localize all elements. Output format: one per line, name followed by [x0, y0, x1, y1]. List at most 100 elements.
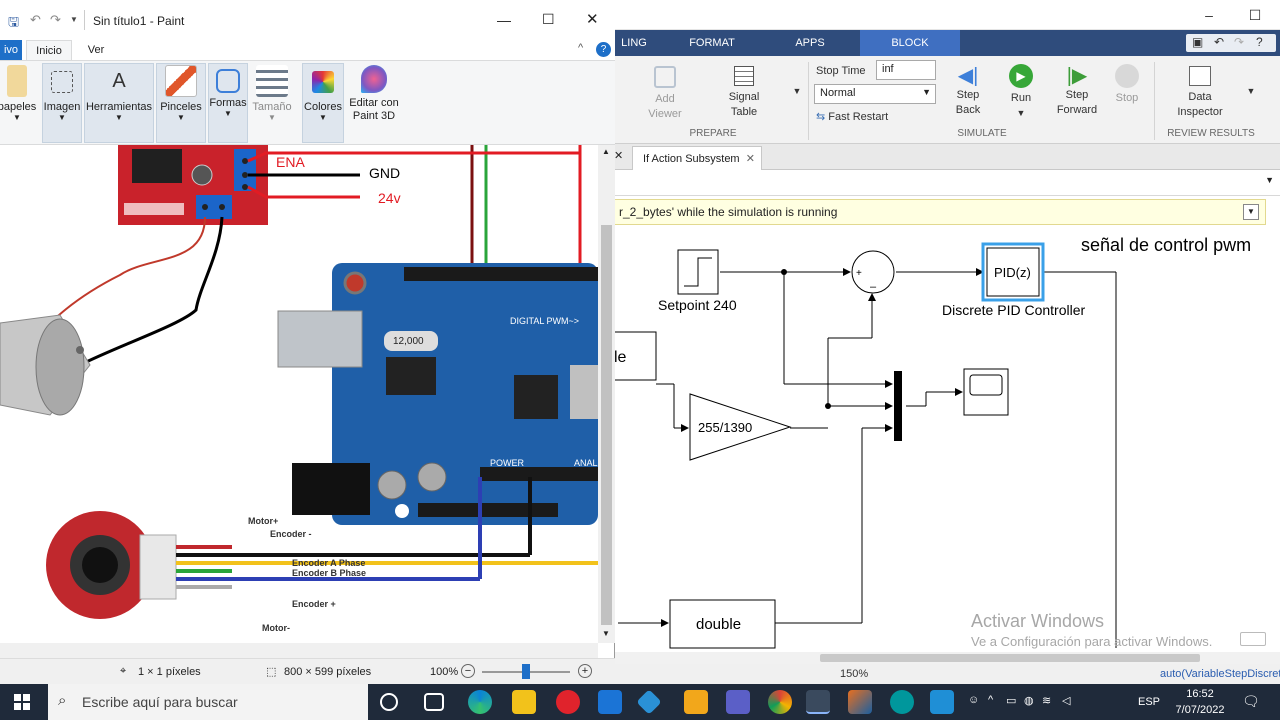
wifi-icon[interactable]: ≋ — [1042, 694, 1051, 707]
chevron-down-icon[interactable]: ▼ — [1243, 204, 1259, 220]
maximize-button[interactable]: ☐ — [542, 11, 555, 28]
show-hidden-icon[interactable]: ^ — [988, 694, 993, 706]
clock-time: 16:52 — [1186, 688, 1214, 700]
minimize-button[interactable]: – — [1186, 0, 1232, 30]
data-inspector-button[interactable]: Data Inspector — [1166, 66, 1234, 120]
chrome-icon[interactable] — [768, 690, 792, 714]
collapse-ribbon-icon[interactable]: ^ — [578, 42, 583, 54]
help-icon[interactable]: ? — [1256, 35, 1263, 49]
zoom-out-button[interactable]: − — [461, 664, 475, 678]
solver-info[interactable]: auto(VariableStepDiscrete — [1160, 668, 1280, 680]
edge-icon[interactable] — [468, 690, 492, 714]
matlab-icon[interactable] — [848, 690, 872, 714]
tab-home[interactable]: Inicio — [26, 40, 72, 60]
battery-icon[interactable]: ▭ — [1006, 694, 1016, 707]
windows-start-icon[interactable] — [14, 694, 30, 710]
stop-time-input[interactable]: inf — [876, 60, 936, 80]
review-dropdown[interactable]: ▼ — [1244, 84, 1258, 99]
people-icon[interactable]: ☺ — [968, 694, 979, 706]
notifications-icon[interactable]: 🗨 — [1242, 693, 1260, 710]
zoom-in-button[interactable]: + — [578, 664, 592, 678]
close-icon[interactable]: ✕ — [614, 149, 623, 162]
network-icon[interactable]: ◍ — [1024, 694, 1034, 707]
paint-window: 🖫 ↶ ↷ ▼ Sin título1 - Paint — ☐ ✕ ivo In… — [0, 0, 615, 684]
tab-block[interactable]: BLOCK — [860, 30, 960, 56]
tab-format[interactable]: FORMAT — [680, 30, 744, 56]
tools-group[interactable]: A Herramientas ▼ — [84, 65, 154, 122]
canvas-vertical-scrollbar[interactable]: ▲ ▼ — [598, 145, 615, 643]
signal-lines — [618, 268, 1117, 648]
close-icon[interactable]: ✕ — [746, 147, 755, 171]
opera-icon[interactable] — [556, 690, 580, 714]
mail-icon[interactable] — [598, 690, 622, 714]
step-back-button[interactable]: ◀| Step Back — [946, 64, 990, 118]
redo-icon[interactable]: ↷ — [1234, 35, 1244, 49]
folder-icon[interactable] — [684, 690, 708, 714]
tab-file[interactable]: ivo — [0, 40, 22, 60]
scroll-up-icon[interactable]: ▲ — [602, 147, 610, 156]
canvas-horizontal-scrollbar[interactable] — [600, 652, 1280, 664]
paint-canvas[interactable]: ENA GND 24v 12,000 DIGITAL PWM~> POWER A… — [0, 145, 598, 643]
stop-button[interactable]: Stop — [1110, 64, 1144, 106]
dev-tool-icon[interactable] — [636, 689, 662, 715]
help-icon[interactable]: ? — [596, 42, 611, 57]
minimap-icon[interactable] — [1240, 632, 1266, 646]
tab-apps[interactable]: APPS — [780, 30, 840, 56]
undo-icon[interactable]: ↶ — [1214, 35, 1224, 49]
language-indicator[interactable]: ESP — [1138, 696, 1160, 708]
paint-taskbar-icon[interactable] — [806, 690, 830, 714]
size-group[interactable]: Tamaño ▼ — [250, 65, 294, 122]
customize-toolbar-icon[interactable]: ▼ — [70, 15, 78, 24]
24v-label: 24v — [378, 190, 401, 206]
task-view-icon[interactable] — [380, 693, 398, 711]
arduino-icon[interactable] — [890, 690, 914, 714]
undo-icon[interactable]: ↶ — [30, 12, 41, 28]
scrollbar-thumb[interactable] — [601, 225, 612, 625]
scope-block[interactable] — [963, 368, 1009, 416]
crystal-label: 12,000 — [393, 336, 424, 347]
clock[interactable]: 16:52 7/07/2022 — [1170, 686, 1230, 718]
chevron-down-icon: ▼ — [922, 87, 931, 97]
colors-label: Colores — [304, 101, 342, 113]
simulation-mode-select[interactable]: Normal ▼ — [814, 84, 936, 104]
tab-modeling[interactable]: LING — [612, 30, 656, 56]
brushes-group[interactable]: Pinceles ▼ — [156, 65, 206, 122]
scrollbar-thumb[interactable] — [820, 654, 1200, 662]
remote-desktop-icon[interactable] — [930, 690, 954, 714]
scroll-down-icon[interactable]: ▼ — [602, 629, 610, 638]
stop-label: Stop — [1115, 92, 1139, 104]
file-explorer-icon[interactable] — [512, 690, 536, 714]
prepare-dropdown[interactable]: ▼ — [790, 84, 804, 99]
run-button[interactable]: ▶ Run ▼ — [1002, 64, 1040, 121]
canvas-horizontal-scrollbar[interactable] — [0, 643, 598, 658]
mux-block[interactable] — [894, 371, 902, 441]
minimize-button[interactable]: — — [497, 12, 511, 28]
signal-table-button[interactable]: Signal Table — [716, 66, 772, 120]
tab-view[interactable]: Ver — [78, 40, 114, 60]
save-icon[interactable]: 🖫 — [8, 13, 19, 35]
quick-access-toolbar[interactable]: ▣ ↶ ↷ ? — [1186, 34, 1276, 52]
colors-group[interactable]: Colores ▼ — [302, 65, 344, 122]
fast-restart-button[interactable]: ⇆ Fast Restart — [816, 110, 916, 125]
chevron-down-icon[interactable]: ▼ — [1265, 175, 1274, 185]
step-forward-button[interactable]: |▶ Step Forward — [1052, 64, 1102, 118]
activation-watermark-title: Activar Windows — [971, 611, 1105, 631]
close-button[interactable]: ✕ — [586, 10, 599, 28]
tab-if-action-subsystem[interactable]: If Action Subsystem ✕ — [632, 146, 762, 170]
widgets-icon[interactable] — [424, 693, 444, 711]
add-viewer-button[interactable]: Add Viewer — [640, 66, 690, 122]
volume-icon[interactable]: ◁ — [1062, 694, 1070, 707]
shapes-group[interactable]: Formas ▼ — [208, 65, 248, 118]
teams-icon[interactable] — [726, 690, 750, 714]
edit-paint3d-button[interactable]: Editar con Paint 3D — [346, 65, 402, 123]
redo-icon[interactable]: ↷ — [50, 12, 61, 28]
save-icon[interactable]: ▣ — [1192, 35, 1203, 49]
image-group[interactable]: Imagen ▼ — [42, 65, 82, 122]
step-forward-label: Step Forward — [1056, 89, 1098, 116]
clipboard-group[interactable]: papeles ▼ — [0, 65, 40, 122]
zoom-slider-thumb[interactable] — [522, 664, 530, 679]
model-canvas[interactable]: Setpoint 240 + – PID(z) Discrete PID Con… — [599, 228, 1268, 652]
setpoint-step-block[interactable] — [677, 249, 719, 295]
maximize-button[interactable]: ☐ — [1232, 0, 1278, 30]
taskbar-search[interactable]: ⌕ Escribe aquí para buscar — [48, 684, 368, 720]
